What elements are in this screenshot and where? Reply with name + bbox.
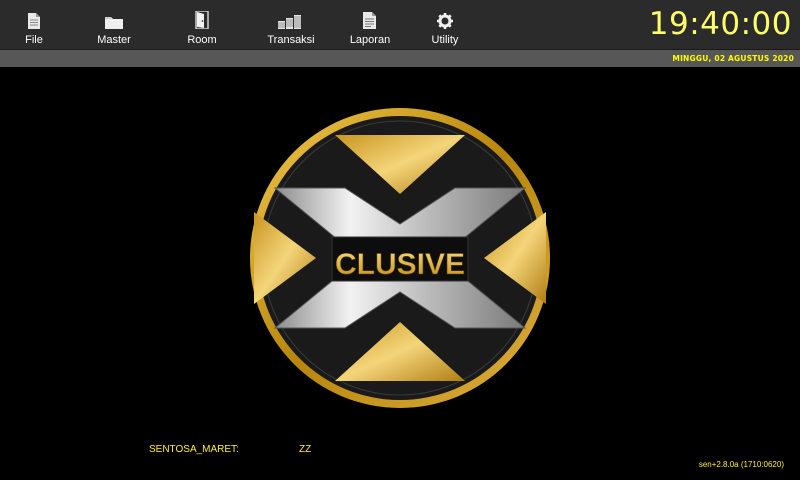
clock-time: 19:40:00 — [648, 6, 792, 42]
date-text: MINGGU, 02 AGUSTUS 2020 — [672, 54, 794, 63]
date-bar: MINGGU, 02 AGUSTUS 2020 — [0, 50, 800, 67]
menu-bar: File Master Room Transaksi Laporan Utili… — [0, 0, 800, 50]
menu-room[interactable]: Room — [162, 0, 242, 49]
menu-transaksi-label: Transaksi — [267, 34, 315, 46]
company-code: ZZ — [299, 444, 312, 455]
coins-icon — [277, 12, 305, 29]
logo-text: CLUSIVE — [335, 248, 465, 281]
gear-icon — [437, 12, 453, 29]
folder-icon — [105, 12, 123, 29]
menu-room-label: Room — [187, 34, 217, 46]
menu-file[interactable]: File — [0, 0, 74, 49]
file-icon — [28, 12, 40, 29]
company-label: SENTOSA_MARET: — [149, 444, 239, 455]
menu-utility-label: Utility — [431, 34, 459, 46]
menu-laporan-label: Laporan — [349, 34, 391, 46]
menu-laporan[interactable]: Laporan — [330, 0, 410, 49]
xclusive-logo: CLUSIVE — [250, 108, 550, 408]
menu-transaksi[interactable]: Transaksi — [251, 0, 331, 49]
door-icon — [195, 11, 209, 29]
version-label: sen+2.8.0a (1710:0620) — [698, 460, 784, 469]
report-icon — [363, 12, 377, 29]
menu-file-label: File — [25, 34, 43, 46]
menu-master[interactable]: Master — [74, 0, 154, 49]
menu-master-label: Master — [97, 34, 131, 46]
menu-utility[interactable]: Utility — [405, 0, 485, 49]
